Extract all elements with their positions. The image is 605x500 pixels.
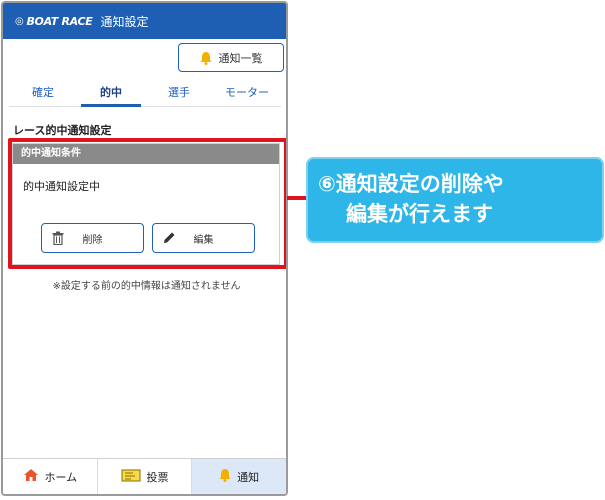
boatrace-logo: ◎ BOAT RACE [15, 15, 93, 28]
tab-motor[interactable]: モーター [213, 83, 281, 106]
nav-notify-label: 通知 [237, 470, 260, 484]
callout-line-1: ⑥通知設定の削除や [318, 172, 504, 196]
delete-button[interactable]: 削除 [41, 223, 144, 253]
edit-button[interactable]: 編集 [152, 223, 255, 253]
phone-frame: ◎ BOAT RACE 通知設定 通知一覧 確定 的中 選手 モーター レース的… [1, 1, 288, 496]
tab-kakutei[interactable]: 確定 [9, 83, 77, 106]
tab-senshu[interactable]: 選手 [145, 83, 213, 106]
ticket-icon [121, 469, 141, 485]
pencil-icon [163, 231, 176, 247]
section-title: レース的中通知設定 [13, 124, 112, 137]
notice-text: ※設定する前の的中情報は通知されません [52, 281, 241, 292]
trash-icon [52, 231, 64, 248]
page-title: 通知設定 [100, 14, 149, 29]
nav-home[interactable]: ホーム [3, 459, 98, 494]
annotation-callout: ⑥通知設定の削除や 編集が行えます [306, 157, 604, 243]
notify-list-label: 通知一覧 [218, 51, 263, 65]
nav-vote-label: 投票 [146, 470, 169, 484]
nav-notify[interactable]: 通知 [192, 459, 286, 494]
callout-line-2: 編集が行えます [346, 202, 493, 226]
condition-status: 的中通知設定中 [23, 180, 100, 193]
nav-home-label: ホーム [44, 470, 78, 484]
bottom-nav: ホーム 投票 通知 [3, 458, 286, 494]
notify-list-button[interactable]: 通知一覧 [178, 43, 284, 72]
bell-icon [200, 51, 212, 65]
tab-tekichu[interactable]: 的中 [77, 83, 145, 107]
condition-card: 的中通知条件 的中通知設定中 削除 編集 [12, 143, 280, 265]
logo-text: BOAT RACE [26, 14, 93, 28]
condition-header: 的中通知条件 [13, 144, 279, 164]
logo-mark-icon: ◎ [15, 15, 24, 27]
bell-icon [219, 468, 231, 485]
nav-vote[interactable]: 投票 [98, 459, 193, 494]
tab-bar: 確定 的中 選手 モーター [9, 83, 281, 107]
app-header: ◎ BOAT RACE 通知設定 [3, 3, 286, 39]
home-icon [23, 468, 39, 485]
